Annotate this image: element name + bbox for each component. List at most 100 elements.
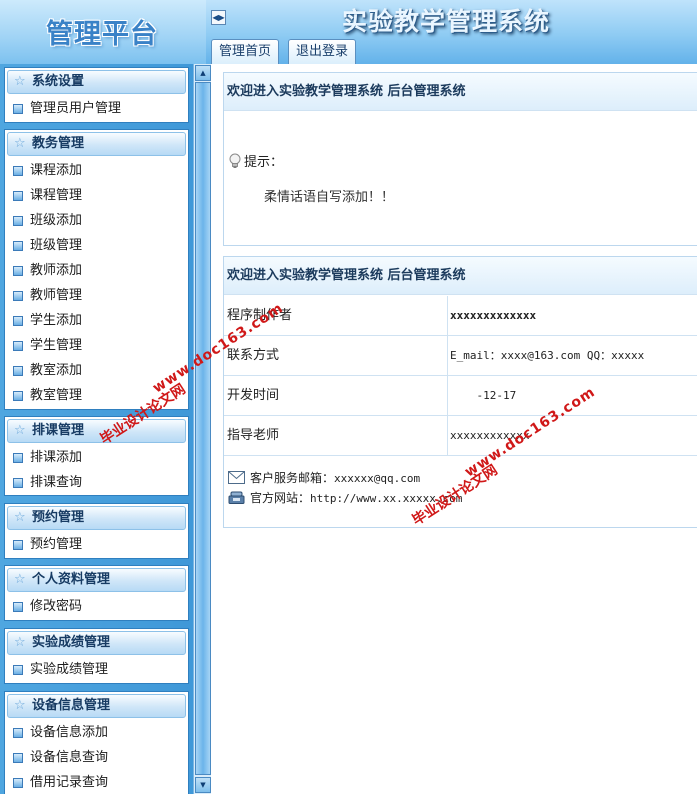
menu-group-header[interactable]: ☆ 个人资料管理	[7, 568, 186, 592]
menu-group-header[interactable]: ☆ 系统设置	[7, 70, 186, 94]
menu-group-experiment-grades: ☆ 实验成绩管理 实验成绩管理	[4, 628, 189, 684]
sidebar-item-class-add[interactable]: 班级添加	[5, 208, 188, 233]
sidebar-item-admin-users[interactable]: 管理员用户管理	[5, 96, 188, 121]
welcome-panel-title: 欢迎进入实验教学管理系统 后台管理系统	[224, 73, 697, 111]
tip-text: 柔情话语自写添加！！	[264, 190, 395, 205]
sidebar-item-student-add[interactable]: 学生添加	[5, 308, 188, 333]
menu-group-equipment: ☆ 设备信息管理 设备信息添加 设备信息查询 借用记录查询	[4, 691, 189, 794]
menu-group-header[interactable]: ☆ 预约管理	[7, 506, 186, 530]
menu-group-header[interactable]: ☆ 设备信息管理	[7, 694, 186, 718]
sidebar-item-label: 预约管理	[30, 537, 83, 552]
info-value: E_mail：xxxx@163.com QQ：xxxxx	[450, 349, 645, 362]
menu-group-reservation: ☆ 预约管理 预约管理	[4, 503, 189, 559]
bullet-square-icon	[13, 291, 23, 301]
sidebar-item-label: 学生添加	[30, 313, 83, 328]
bullet-square-icon	[13, 391, 23, 401]
star-icon: ☆	[14, 698, 26, 713]
menu-group-title: 排课管理	[32, 423, 85, 438]
sidebar-item-label: 管理员用户管理	[30, 101, 122, 116]
sidebar-item-label: 课程管理	[30, 188, 83, 203]
info-panel-title: 欢迎进入实验教学管理系统 后台管理系统	[224, 257, 697, 295]
star-icon: ☆	[14, 136, 26, 151]
sidebar-item-equipment-add[interactable]: 设备信息添加	[5, 720, 188, 745]
bullet-square-icon	[13, 166, 23, 176]
info-label: 指导老师	[224, 416, 448, 456]
bullet-square-icon	[13, 316, 23, 326]
menu-group-title: 预约管理	[32, 510, 85, 525]
info-value: -12-17	[450, 389, 517, 402]
sidebar-item-student-manage[interactable]: 学生管理	[5, 333, 188, 358]
sidebar-item-borrow-records[interactable]: 借用记录查询	[5, 770, 188, 794]
info-panel: 欢迎进入实验教学管理系统 后台管理系统 程序制作者 xxxxxxxxxxxxx …	[223, 256, 697, 528]
tab-home[interactable]: 管理首页	[211, 39, 280, 64]
sidebar-item-grades-manage[interactable]: 实验成绩管理	[5, 657, 188, 682]
service-email-line: 客户服务邮箱：xxxxxx@qq.com	[228, 469, 420, 486]
sidebar-item-schedule-add[interactable]: 排课添加	[5, 445, 188, 470]
menu-group-header[interactable]: ☆ 教务管理	[7, 132, 186, 156]
scroll-down-arrow-icon[interactable]: ▼	[195, 777, 211, 793]
sidebar-item-reservation-manage[interactable]: 预约管理	[5, 532, 188, 557]
header-bar: 管理平台 ◀▶ 实验教学管理系统 管理首页 退出登录	[0, 0, 697, 64]
star-icon: ☆	[14, 423, 26, 438]
bullet-square-icon	[13, 191, 23, 201]
table-row: 开发时间 -12-17	[224, 376, 697, 416]
info-label: 程序制作者	[224, 296, 448, 336]
info-value: xxxxxxxxxxxxx	[450, 309, 537, 322]
bullet-square-icon	[13, 665, 23, 675]
envelope-icon	[228, 471, 245, 484]
brand-area: 管理平台	[0, 0, 206, 64]
menu-group-header[interactable]: ☆ 排课管理	[7, 419, 186, 443]
sidebar-item-label: 课程添加	[30, 163, 83, 178]
sidebar-item-label: 借用记录查询	[30, 775, 109, 790]
sidebar-item-classroom-manage[interactable]: 教室管理	[5, 383, 188, 408]
star-icon: ☆	[14, 510, 26, 525]
tab-logout[interactable]: 退出登录	[288, 39, 357, 64]
sidebar-item-teacher-manage[interactable]: 教师管理	[5, 283, 188, 308]
sidebar-item-equipment-query[interactable]: 设备信息查询	[5, 745, 188, 770]
sidebar-item-class-manage[interactable]: 班级管理	[5, 233, 188, 258]
scrollbar-thumb[interactable]	[195, 82, 211, 775]
official-site-value[interactable]: http://www.xx.xxxxx.com	[310, 492, 462, 505]
sidebar-item-label: 教室管理	[30, 388, 83, 403]
sidebar-item-change-password[interactable]: 修改密码	[5, 594, 188, 619]
sidebar-item-label: 教师添加	[30, 263, 83, 278]
sidebar-item-teacher-add[interactable]: 教师添加	[5, 258, 188, 283]
bullet-square-icon	[13, 104, 23, 114]
telephone-icon	[228, 491, 245, 504]
sidebar-item-schedule-query[interactable]: 排课查询	[5, 470, 188, 495]
sidebar-item-course-manage[interactable]: 课程管理	[5, 183, 188, 208]
service-email-value[interactable]: xxxxxx@qq.com	[334, 472, 420, 485]
sidebar-item-label: 排课查询	[30, 475, 83, 490]
welcome-panel: 欢迎进入实验教学管理系统 后台管理系统 提示： 柔情话语自写添加！！	[223, 72, 697, 246]
scroll-up-arrow-icon[interactable]: ▲	[195, 65, 211, 81]
sidebar-item-label: 设备信息查询	[30, 750, 109, 765]
menu-group-title: 教务管理	[32, 136, 85, 151]
sidebar-item-label: 设备信息添加	[30, 725, 109, 740]
info-label: 开发时间	[224, 376, 448, 416]
star-icon: ☆	[14, 635, 26, 650]
tip-row: 提示：	[228, 151, 283, 170]
bullet-square-icon	[13, 753, 23, 763]
bullet-square-icon	[13, 453, 23, 463]
star-icon: ☆	[14, 74, 26, 89]
bullet-square-icon	[13, 366, 23, 376]
brand-title: 管理平台	[46, 19, 158, 50]
menu-group-academic: ☆ 教务管理 课程添加 课程管理 班级添加 班级管理 教师添加 教师管理 学生添加…	[4, 129, 189, 410]
lightbulb-icon	[229, 153, 241, 168]
bullet-square-icon	[13, 266, 23, 276]
bullet-square-icon	[13, 602, 23, 612]
menu-group-header[interactable]: ☆ 实验成绩管理	[7, 631, 186, 655]
menu-group-title: 个人资料管理	[32, 572, 111, 587]
bullet-square-icon	[13, 540, 23, 550]
sidebar-scrollbar[interactable]: ▲ ▼	[193, 64, 211, 794]
menu-group-title: 设备信息管理	[32, 698, 111, 713]
bullet-square-icon	[13, 778, 23, 788]
sidebar-item-course-add[interactable]: 课程添加	[5, 158, 188, 183]
sidebar-item-label: 教师管理	[30, 288, 83, 303]
sidebar-item-classroom-add[interactable]: 教室添加	[5, 358, 188, 383]
bullet-square-icon	[13, 241, 23, 251]
official-site-line: 官方网站：http://www.xx.xxxxx.com	[228, 489, 462, 506]
sidebar-toggle-button[interactable]: ◀▶	[211, 10, 226, 25]
sidebar-menu: ☆ 系统设置 管理员用户管理 ☆ 教务管理 课程添加 课程管理 班级添加 班级管理 …	[0, 64, 193, 794]
bullet-square-icon	[13, 341, 23, 351]
